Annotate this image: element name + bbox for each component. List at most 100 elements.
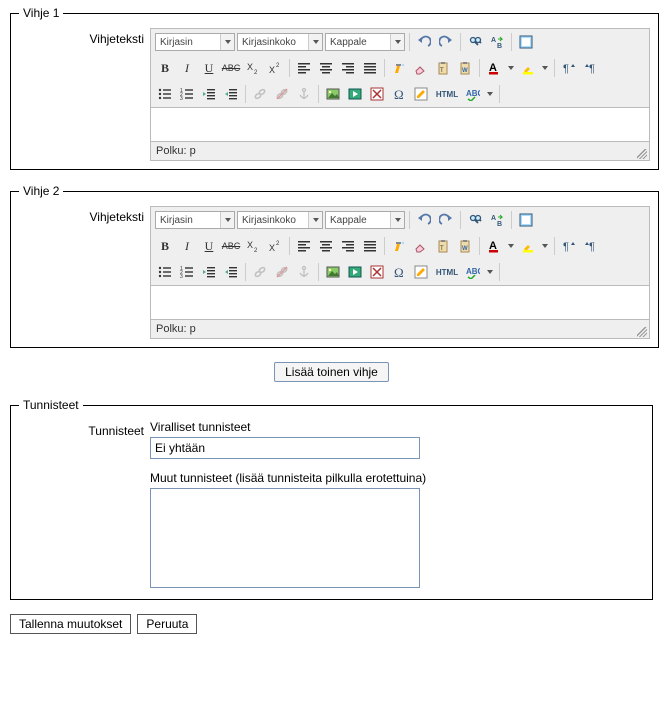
strikethrough-icon[interactable]: ABC — [221, 236, 241, 256]
find-icon[interactable] — [465, 32, 485, 52]
indent-icon[interactable] — [221, 262, 241, 282]
highlight-color-arrow-icon[interactable] — [540, 244, 550, 248]
cleanup-icon[interactable] — [389, 58, 409, 78]
editor-content-area[interactable] — [151, 285, 649, 319]
anchor-icon[interactable] — [294, 262, 314, 282]
undo-icon[interactable] — [414, 210, 434, 230]
special-char-icon[interactable] — [389, 262, 409, 282]
align-justify-icon[interactable] — [360, 236, 380, 256]
italic-icon[interactable]: I — [177, 236, 197, 256]
unlink-icon[interactable] — [272, 84, 292, 104]
font-family-dropdown[interactable]: Kirjasin — [155, 211, 235, 229]
html-button[interactable]: HTML — [433, 84, 461, 104]
format-dropdown[interactable]: Kappale — [325, 211, 405, 229]
highlight-color-icon[interactable] — [518, 236, 538, 256]
unordered-list-icon[interactable] — [155, 262, 175, 282]
html-button[interactable]: HTML — [433, 262, 461, 282]
unlink-icon[interactable] — [272, 262, 292, 282]
bold-icon[interactable]: B — [155, 236, 175, 256]
ordered-list-icon[interactable] — [177, 84, 197, 104]
spellcheck-icon[interactable] — [463, 262, 483, 282]
remove-format-icon[interactable] — [411, 236, 431, 256]
text-color-arrow-icon[interactable] — [506, 66, 516, 70]
image-icon[interactable] — [323, 84, 343, 104]
spellcheck-arrow-icon[interactable] — [485, 92, 495, 96]
resize-grip-icon[interactable] — [637, 149, 647, 159]
edit-source-icon[interactable] — [411, 84, 431, 104]
paste-text-icon[interactable] — [433, 236, 453, 256]
subscript-icon[interactable] — [243, 58, 263, 78]
save-button[interactable]: Tallenna muutokset — [10, 614, 131, 634]
find-icon[interactable] — [465, 210, 485, 230]
nonbreaking-icon[interactable] — [367, 262, 387, 282]
image-icon[interactable] — [323, 262, 343, 282]
format-dropdown[interactable]: Kappale — [325, 33, 405, 51]
highlight-color-icon[interactable] — [518, 58, 538, 78]
align-center-icon[interactable] — [316, 58, 336, 78]
hint-legend: Vihje 2 — [19, 184, 63, 198]
replace-icon[interactable] — [487, 32, 507, 52]
text-color-icon[interactable] — [484, 236, 504, 256]
paste-word-icon[interactable] — [455, 58, 475, 78]
special-char-icon[interactable] — [389, 84, 409, 104]
remove-format-icon[interactable] — [411, 58, 431, 78]
superscript-icon[interactable] — [265, 58, 285, 78]
fullscreen-icon[interactable] — [516, 210, 536, 230]
undo-icon[interactable] — [414, 32, 434, 52]
outdent-icon[interactable] — [199, 84, 219, 104]
link-icon[interactable] — [250, 262, 270, 282]
official-tags-input[interactable] — [150, 437, 420, 459]
outdent-icon[interactable] — [199, 262, 219, 282]
fullscreen-icon[interactable] — [516, 32, 536, 52]
align-right-icon[interactable] — [338, 236, 358, 256]
hint-legend: Vihje 1 — [19, 6, 63, 20]
ltr-icon[interactable] — [559, 58, 579, 78]
nonbreaking-icon[interactable] — [367, 84, 387, 104]
editor-content-area[interactable] — [151, 107, 649, 141]
edit-source-icon[interactable] — [411, 262, 431, 282]
cleanup-icon[interactable] — [389, 236, 409, 256]
text-color-arrow-icon[interactable] — [506, 244, 516, 248]
hint-label: Vihjeteksti — [19, 206, 144, 224]
superscript-icon[interactable] — [265, 236, 285, 256]
underline-icon[interactable]: U — [199, 236, 219, 256]
strikethrough-icon[interactable]: ABC — [221, 58, 241, 78]
align-center-icon[interactable] — [316, 236, 336, 256]
add-hint-button[interactable]: Lisää toinen vihje — [274, 362, 389, 382]
highlight-color-arrow-icon[interactable] — [540, 66, 550, 70]
paste-word-icon[interactable] — [455, 236, 475, 256]
paste-text-icon[interactable] — [433, 58, 453, 78]
cancel-button[interactable]: Peruuta — [137, 614, 197, 634]
spellcheck-arrow-icon[interactable] — [485, 270, 495, 274]
font-family-dropdown[interactable]: Kirjasin — [155, 33, 235, 51]
replace-icon[interactable] — [487, 210, 507, 230]
align-left-icon[interactable] — [294, 236, 314, 256]
ltr-icon[interactable] — [559, 236, 579, 256]
redo-icon[interactable] — [436, 210, 456, 230]
redo-icon[interactable] — [436, 32, 456, 52]
other-tags-textarea[interactable] — [150, 488, 420, 588]
align-left-icon[interactable] — [294, 58, 314, 78]
spellcheck-icon[interactable] — [463, 84, 483, 104]
italic-icon[interactable]: I — [177, 58, 197, 78]
resize-grip-icon[interactable] — [637, 327, 647, 337]
media-icon[interactable] — [345, 84, 365, 104]
anchor-icon[interactable] — [294, 84, 314, 104]
align-justify-icon[interactable] — [360, 58, 380, 78]
subscript-icon[interactable] — [243, 236, 263, 256]
underline-icon[interactable]: U — [199, 58, 219, 78]
rich-text-editor: Kirjasin Kirjasinkoko Kappale — [150, 28, 650, 161]
bold-icon[interactable]: B — [155, 58, 175, 78]
text-color-icon[interactable] — [484, 58, 504, 78]
align-right-icon[interactable] — [338, 58, 358, 78]
rtl-icon[interactable] — [581, 58, 601, 78]
hint-fieldset: Vihje 2 Vihjeteksti Kirjasin Kirjasinkok… — [10, 184, 659, 348]
media-icon[interactable] — [345, 262, 365, 282]
link-icon[interactable] — [250, 84, 270, 104]
font-size-dropdown[interactable]: Kirjasinkoko — [237, 211, 323, 229]
font-size-dropdown[interactable]: Kirjasinkoko — [237, 33, 323, 51]
ordered-list-icon[interactable] — [177, 262, 197, 282]
indent-icon[interactable] — [221, 84, 241, 104]
unordered-list-icon[interactable] — [155, 84, 175, 104]
rtl-icon[interactable] — [581, 236, 601, 256]
